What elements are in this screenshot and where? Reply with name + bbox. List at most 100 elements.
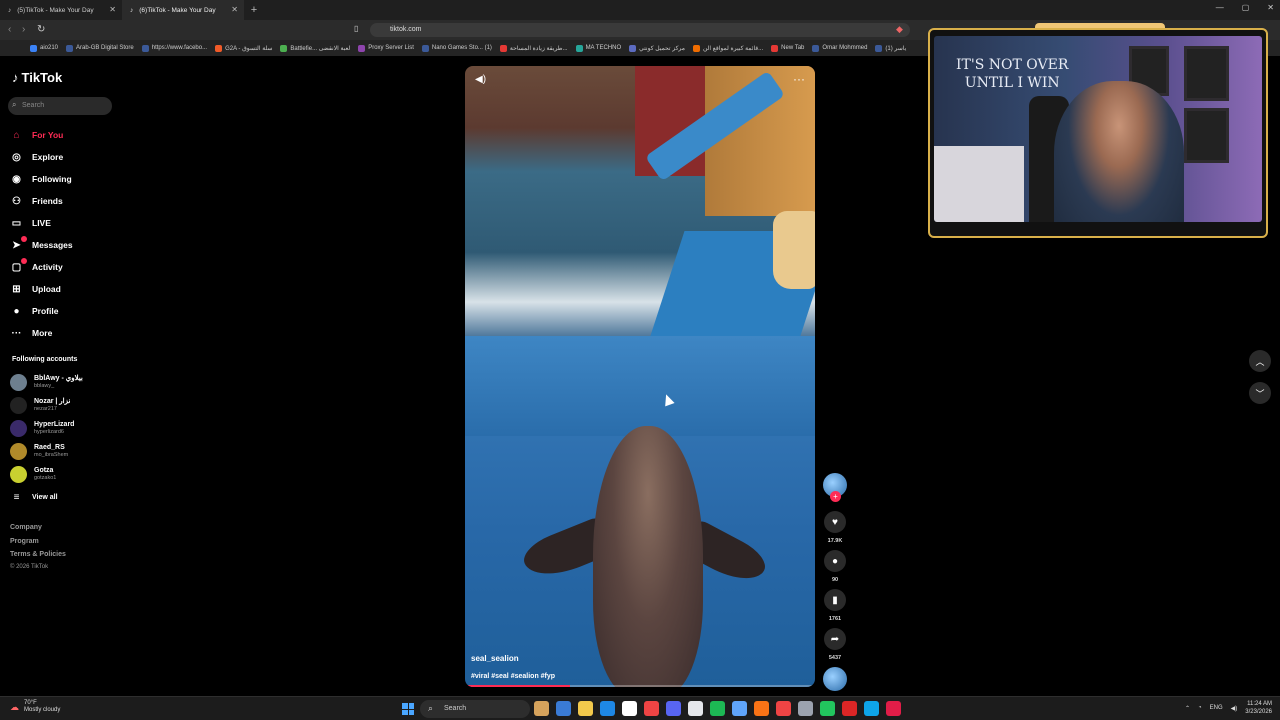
music-disc-icon	[823, 667, 847, 691]
taskbar-app-icon[interactable]	[578, 701, 593, 716]
like-button[interactable]: ♥ 17.9K	[823, 511, 847, 544]
save-button[interactable]: ▮ 1761	[823, 589, 847, 622]
taskbar-app-icon[interactable]	[622, 701, 637, 716]
taskbar-app-icon[interactable]	[556, 701, 571, 716]
video-caption[interactable]: #viral #seal #sealion #fyp	[471, 673, 555, 680]
url-field[interactable]: tiktok.com	[370, 23, 910, 37]
music-disc-button[interactable]	[823, 667, 847, 691]
taskbar-app-icon[interactable]	[798, 701, 813, 716]
taskbar-app-icon[interactable]	[776, 701, 791, 716]
footer-company[interactable]: Company	[10, 524, 42, 531]
sidebar-item-messages[interactable]: ➤ Messages	[10, 236, 73, 254]
taskbar-app-icon[interactable]	[864, 701, 879, 716]
share-button[interactable]: ➦ 5437	[823, 628, 847, 661]
taskbar-app-icon[interactable]	[666, 701, 681, 716]
sidebar-item-explore[interactable]: ◎ Explore	[10, 148, 63, 166]
taskbar-search[interactable]: ⌕ Search	[420, 700, 530, 718]
bookmark-label: مركز تحميل كونتي	[639, 45, 685, 52]
sidebar-item-upload[interactable]: ⊞ Upload	[10, 280, 61, 298]
close-tab-icon[interactable]: ✕	[231, 5, 238, 14]
bookmark-item[interactable]: Battlefie... لعبة الانقضى	[280, 44, 350, 52]
video-progress-bar[interactable]	[465, 685, 815, 687]
bookmark-item[interactable]: Omar Mohmmed	[812, 44, 867, 52]
sidebar-item-profile[interactable]: ● Profile	[10, 302, 58, 320]
browser-tab-bar: ♪ (5)TikTok - Make Your Day ✕ ♪ (6)TikTo…	[0, 0, 1280, 20]
bookmark-item[interactable]: (1) ياسر	[875, 44, 906, 52]
sidebar-item-more[interactable]: ··· More	[10, 324, 53, 342]
next-video-button[interactable]: ﹀	[1249, 382, 1271, 404]
bookmark-icon[interactable]: ▯	[354, 24, 358, 33]
taskbar-app-icon[interactable]	[754, 701, 769, 716]
following-account[interactable]: BblAwy - بيلاوي bblawy_	[10, 372, 83, 392]
browser-tab-active[interactable]: ♪ (6)TikTok - Make Your Day ✕	[122, 0, 244, 20]
volume-icon[interactable]: ◀)	[475, 74, 486, 85]
more-options-icon[interactable]: ···	[793, 72, 805, 86]
wifi-icon[interactable]: ◔	[1198, 705, 1202, 711]
brand-name: TikTok	[21, 70, 63, 85]
video-author[interactable]: seal_sealion	[471, 654, 519, 663]
bookmark-item[interactable]: Arab-GB Digital Store	[66, 44, 134, 52]
new-tab-button[interactable]: +	[244, 4, 264, 16]
reload-icon[interactable]: ↻	[37, 24, 45, 35]
windows-start-icon[interactable]	[402, 703, 414, 715]
bookmark-item[interactable]: G2A - سلة التسوق	[215, 44, 272, 52]
bookmark-item[interactable]: New Tab	[771, 44, 804, 52]
footer-terms[interactable]: Terms & Policies	[10, 551, 66, 558]
account-name: Raed_RS	[34, 443, 65, 451]
video-player[interactable]: ◀) ··· seal_sealion #viral #seal #sealio…	[465, 66, 815, 687]
view-all-button[interactable]: ≡ View all	[10, 488, 58, 506]
taskbar-app-icon[interactable]	[710, 701, 725, 716]
previous-video-button[interactable]: ︿	[1249, 350, 1271, 372]
taskbar-app-icon[interactable]	[886, 701, 901, 716]
creator-avatar-button[interactable]: +	[823, 473, 847, 502]
maximize-icon[interactable]: ▢	[1242, 3, 1250, 12]
following-account[interactable]: Nozar | نزار nezar217	[10, 395, 70, 415]
sidebar-item-label: Activity	[32, 262, 63, 272]
following-account[interactable]: Gotza gotzako1	[10, 464, 56, 484]
brave-shield-icon[interactable]: ◆	[896, 24, 903, 35]
close-window-icon[interactable]: ✕	[1267, 3, 1274, 12]
sidebar-item-for-you[interactable]: ⌂ For You	[10, 126, 63, 144]
taskbar-app-icon[interactable]	[688, 701, 703, 716]
back-icon[interactable]: ‹	[8, 24, 11, 35]
comment-button[interactable]: ● 90	[823, 550, 847, 583]
account-name: Gotza	[34, 466, 54, 474]
footer-program[interactable]: Program	[10, 538, 39, 545]
taskbar-app-icon[interactable]	[644, 701, 659, 716]
bookmark-item[interactable]: aio210	[30, 44, 58, 52]
bookmark-item[interactable]: قائمة كبيرة لمواقع الن...	[692, 44, 763, 52]
browser-tab[interactable]: ♪ (5)TikTok - Make Your Day ✕	[0, 0, 122, 20]
close-tab-icon[interactable]: ✕	[109, 5, 116, 14]
chevron-up-icon[interactable]: ⌃	[1185, 705, 1190, 712]
taskbar-app-icon[interactable]	[842, 701, 857, 716]
weather-widget[interactable]: ☁ 70°F Mostly cloudy	[10, 700, 60, 714]
taskbar-app-icon[interactable]	[534, 701, 549, 716]
video-scene-rock	[773, 211, 815, 289]
forward-icon[interactable]: ›	[22, 24, 25, 35]
bookmark-item[interactable]: مركز تحميل كونتي	[629, 44, 685, 52]
bookmark-item[interactable]: طريقة زيادة المساحة...	[499, 44, 568, 52]
bookmark-item[interactable]: Proxy Server List	[358, 44, 414, 52]
tiktok-logo[interactable]: ♪ TikTok	[12, 70, 62, 85]
speaker-icon[interactable]: ◀)	[1231, 705, 1238, 712]
live-icon: ▭	[11, 217, 22, 229]
lang-indicator[interactable]: ENG	[1210, 705, 1223, 711]
sidebar-item-live[interactable]: ▭ LIVE	[10, 214, 51, 232]
sidebar-item-following[interactable]: ◉ Following	[10, 170, 72, 188]
taskbar-app-icon[interactable]	[732, 701, 747, 716]
bookmark-item[interactable]: https://www.facebo...	[141, 44, 207, 52]
follow-plus-icon[interactable]: +	[830, 491, 841, 502]
bookmark-item[interactable]: Nano Games Sto... (1)	[421, 44, 492, 52]
following-account[interactable]: Raed_RS mo_ibraShem	[10, 441, 68, 461]
taskbar-app-icon[interactable]	[600, 701, 615, 716]
sidebar-item-friends[interactable]: ⚇ Friends	[10, 192, 63, 210]
following-account[interactable]: HyperLizard hyperlizard6	[10, 418, 74, 438]
comment-icon: ●	[824, 550, 846, 572]
minimize-icon[interactable]: —	[1216, 3, 1224, 12]
clock[interactable]: 11:24 AM 3/23/2026	[1245, 700, 1272, 716]
bookmark-label: Arab-GB Digital Store	[76, 45, 134, 51]
taskbar-app-icon[interactable]	[820, 701, 835, 716]
search-input[interactable]: ⌕ Search	[8, 97, 112, 115]
bookmark-item[interactable]: MA TECHNO	[575, 44, 621, 52]
sidebar-item-activity[interactable]: ▢ Activity	[10, 258, 63, 276]
